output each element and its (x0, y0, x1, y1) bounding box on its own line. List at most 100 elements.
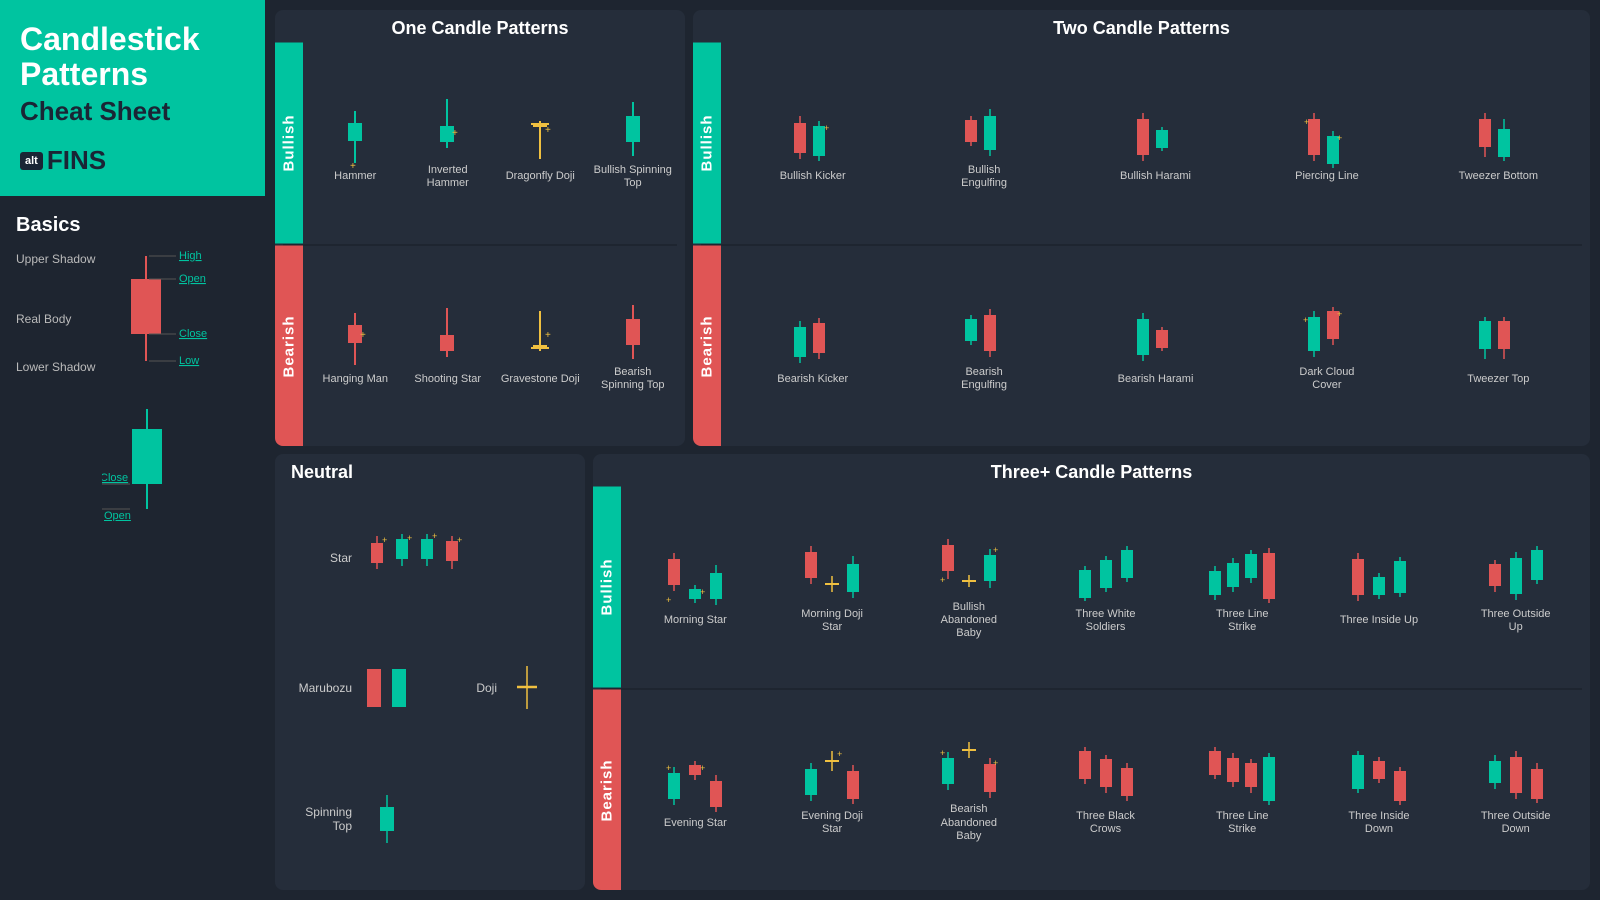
basics-title: Basics (16, 214, 249, 237)
pattern-bullish-abandoned-baby: + + Bullish Abandoned Baby (900, 534, 1037, 641)
dark-cloud-cover-candle: + + (1301, 297, 1353, 367)
three-candle-bearish-row: + + Evening Star (621, 690, 1590, 891)
tweezer-top-candle (1472, 303, 1524, 373)
three-white-soldiers-candle (1075, 538, 1137, 608)
one-candle-bearish-label: Bearish (275, 246, 303, 447)
two-candle-body: Bullish (693, 43, 1590, 446)
evening-doji-star-candle: + (801, 741, 863, 811)
svg-text:+: + (837, 749, 842, 759)
bearish-spinning-top-label: Bearish Spinning Top (593, 366, 673, 392)
svg-text:Open: Open (179, 273, 206, 285)
pattern-inverted-hammer: + Inverted Hammer (402, 97, 495, 190)
sidebar-title: Candlestick Patterns (20, 22, 245, 92)
gravestone-doji-candle: + (523, 303, 558, 373)
pattern-bullish-harami: Bullish Harami (1070, 103, 1241, 183)
svg-text:+: + (824, 123, 829, 133)
svg-text:+: + (407, 533, 412, 543)
two-candle-bullish-patterns: + Bullish Kicker (721, 43, 1590, 244)
bearish-kicker-label: Bearish Kicker (777, 373, 848, 386)
bottom-row: Neutral Star + (275, 454, 1590, 890)
bullish-engulfing-candle (958, 94, 1010, 164)
svg-text:Close: Close (179, 328, 207, 340)
bullish-abandoned-baby-label: Bullish Abandoned Baby (929, 601, 1009, 641)
morning-doji-star-candle (801, 538, 863, 608)
pattern-three-inside-down: Three Inside Down (1311, 743, 1448, 836)
one-candle-bullish-patterns: + Hammer (303, 43, 685, 244)
pattern-evening-doji-star: + Evening Doji Star (764, 743, 901, 836)
svg-text:+: + (545, 330, 551, 341)
bullish-kicker-label: Bullish Kicker (780, 170, 846, 183)
svg-text:+: + (993, 758, 998, 768)
three-line-strike-bull-candle (1207, 538, 1277, 608)
svg-text:Open: Open (104, 510, 131, 521)
evening-star-candle: + + (664, 747, 726, 817)
neutral-panel: Neutral Star + (275, 454, 585, 890)
bearish-abandoned-baby-candle: + + (938, 734, 1000, 804)
bullish-spinning-top-candle (613, 94, 653, 164)
logo-fins-text: FINS (47, 145, 106, 176)
dragonfly-doji-label: Dragonfly Doji (506, 170, 575, 183)
bearish-engulfing-label: Bearish Engulfing (944, 366, 1024, 392)
neutral-spinning-top: Spinning Top (287, 791, 573, 846)
svg-text:+: + (432, 531, 437, 541)
pattern-piercing-line: + + Piercing Line (1241, 103, 1412, 183)
bearish-engulfing-candle (958, 297, 1010, 367)
three-inside-up-candle (1348, 545, 1410, 615)
sidebar: Candlestick Patterns Cheat Sheet alt FIN… (0, 0, 265, 900)
one-candle-bearish-patterns: + Hanging Man (303, 246, 685, 447)
svg-text:Close: Close (102, 472, 128, 484)
svg-text:+: + (545, 125, 551, 136)
pattern-hanging-man: + Hanging Man (309, 306, 402, 386)
pattern-bullish-kicker: + Bullish Kicker (727, 103, 898, 183)
morning-star-candle: + + (664, 545, 726, 615)
two-candle-panel: Two Candle Patterns Bullish (693, 10, 1590, 446)
sidebar-header: Candlestick Patterns Cheat Sheet alt FIN… (0, 0, 265, 196)
three-outside-down-candle (1485, 741, 1547, 811)
one-candle-bearish-row: + Hanging Man (303, 246, 685, 447)
dark-cloud-cover-label: Dark Cloud Cover (1287, 366, 1367, 392)
three-outside-down-label: Three Outside Down (1476, 810, 1556, 836)
pattern-morning-doji-star: Morning Doji Star (764, 541, 901, 634)
svg-text:+: + (1337, 309, 1342, 319)
pattern-three-line-strike-bull: Three Line Strike (1174, 541, 1311, 634)
neutral-marubozu-doji: Marubozu Doji (287, 661, 573, 716)
inverted-hammer-label: Inverted Hammer (408, 164, 488, 190)
bearish-harami-label: Bearish Harami (1118, 373, 1194, 386)
three-inside-up-label: Three Inside Up (1340, 614, 1418, 627)
pattern-bearish-harami: Bearish Harami (1070, 306, 1241, 386)
neutral-star-label: Star (287, 551, 352, 565)
svg-text:+: + (350, 161, 356, 171)
bullish-spinning-top-label: Bullish Spinning Top (593, 164, 673, 190)
real-body-label: Real Body (16, 312, 71, 326)
pattern-gravestone-doji: + Gravestone Doji (494, 306, 587, 386)
three-line-strike-bear-label: Three Line Strike (1202, 810, 1282, 836)
dragonfly-doji-candle: + (523, 101, 558, 171)
top-row: One Candle Patterns Bullish (275, 10, 1590, 446)
svg-text:+: + (1303, 315, 1308, 325)
pattern-shooting-star: Shooting Star (402, 306, 495, 386)
svg-text:Low: Low (179, 355, 199, 367)
pattern-three-outside-down: Three Outside Down (1447, 743, 1584, 836)
one-candle-body: Bullish (275, 43, 685, 446)
hanging-man-label: Hanging Man (323, 373, 388, 386)
two-candle-bullish-row: + Bullish Kicker (721, 43, 1590, 244)
neutral-star: Star + + (287, 531, 573, 586)
marubozu-candles (362, 661, 422, 716)
three-inside-down-label: Three Inside Down (1339, 810, 1419, 836)
bullish-harami-label: Bullish Harami (1120, 170, 1191, 183)
star-candles: + + + + (362, 531, 492, 586)
svg-text:High: High (179, 251, 202, 262)
pattern-morning-star: + + Morning Star (627, 547, 764, 627)
pattern-hammer: + Hammer (309, 103, 402, 183)
three-candle-bullish-patterns: + + Morning Star (621, 487, 1590, 688)
svg-text:+: + (452, 128, 458, 139)
lower-shadow-label: Lower Shadow (16, 361, 95, 374)
two-candle-bearish-patterns: Bearish Kicker (721, 246, 1590, 447)
main-content: One Candle Patterns Bullish (265, 0, 1600, 900)
three-black-crows-candle (1075, 741, 1137, 811)
pattern-bearish-abandoned-baby: + + Bearish Abandoned Baby (900, 736, 1037, 843)
bullish-candle-diagram: Close Open (102, 391, 212, 521)
basics-section: Basics Upper Shadow Real Body Lower Shad… (0, 196, 265, 539)
inverted-hammer-candle: + (430, 94, 465, 164)
three-line-strike-bear-candle (1207, 741, 1277, 811)
